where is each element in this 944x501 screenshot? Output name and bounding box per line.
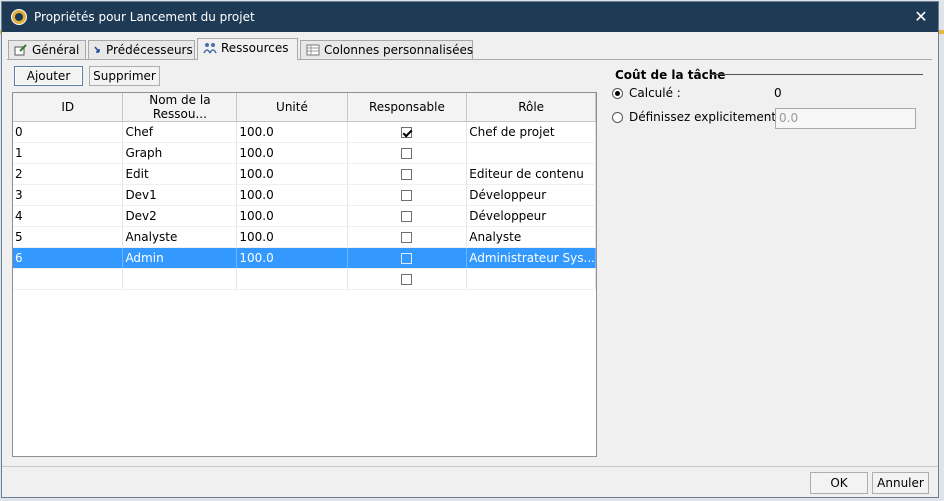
table-row[interactable]: 5 Analyste 100.0 Analyste <box>13 226 596 248</box>
table-icon <box>306 44 320 56</box>
responsible-checkbox[interactable] <box>401 148 413 159</box>
column-header-unit[interactable]: Unité <box>236 93 348 122</box>
cell-role[interactable]: Développeur <box>466 205 596 227</box>
cell-unit[interactable]: 100.0 <box>236 226 348 248</box>
group-divider <box>710 74 923 75</box>
explicit-radio[interactable] <box>612 112 623 123</box>
cell-name[interactable]: Dev2 <box>122 205 238 227</box>
cancel-button[interactable]: Annuler <box>872 472 929 494</box>
cell-responsible[interactable] <box>347 184 468 206</box>
calculated-radio[interactable] <box>612 88 623 99</box>
cell-unit[interactable]: 100.0 <box>236 184 348 206</box>
cell-role[interactable]: Analyste <box>466 226 596 248</box>
tab-divider <box>7 59 932 60</box>
cell-responsible[interactable] <box>347 205 468 227</box>
cell-id[interactable]: 0 <box>13 121 124 143</box>
cell-responsible[interactable] <box>347 121 468 143</box>
cell-id[interactable]: 5 <box>13 226 124 248</box>
resources-table[interactable]: ID Nom de la Ressou... Unité Responsable… <box>12 92 597 457</box>
pencil-doc-icon <box>14 44 27 56</box>
cell-name[interactable]: Admin <box>122 247 238 269</box>
cell-responsible[interactable] <box>347 226 468 248</box>
table-row[interactable]: 1 Graph 100.0 <box>13 142 596 164</box>
cell-name[interactable]: Analyste <box>122 226 238 248</box>
cell-unit[interactable] <box>236 268 348 290</box>
cell-id[interactable]: 6 <box>13 247 124 269</box>
tab-label: Ressources <box>221 41 289 55</box>
responsible-checkbox[interactable] <box>401 211 413 222</box>
table-row[interactable]: 6 Admin 100.0 Administrateur Sys... <box>13 247 596 269</box>
table-row[interactable]: 3 Dev1 100.0 Développeur <box>13 184 596 206</box>
tab-custom-columns[interactable]: Colonnes personnalisées <box>300 40 473 59</box>
window-title: Propriétés pour Lancement du projet <box>34 10 255 24</box>
table-row[interactable] <box>13 268 596 290</box>
cell-role[interactable] <box>466 142 596 164</box>
cell-responsible[interactable] <box>347 268 468 290</box>
column-header-name[interactable]: Nom de la Ressou... <box>122 93 238 122</box>
close-button[interactable]: ✕ <box>910 6 932 28</box>
link-arrow-icon <box>94 46 100 53</box>
cell-id[interactable]: 3 <box>13 184 124 206</box>
tab-general[interactable]: Général <box>8 40 86 59</box>
properties-dialog: Propriétés pour Lancement du projet ✕ Gé… <box>1 1 939 498</box>
remove-button[interactable]: Supprimer <box>89 66 160 86</box>
cell-name[interactable]: Edit <box>122 163 238 185</box>
calculated-value: 0 <box>774 86 782 100</box>
cell-role[interactable]: Développeur <box>466 184 596 206</box>
column-header-responsible[interactable]: Responsable <box>347 93 468 122</box>
cell-responsible[interactable] <box>347 142 468 164</box>
table-row[interactable]: 0 Chef 100.0 Chef de projet <box>13 121 596 143</box>
cell-id[interactable] <box>13 268 124 290</box>
cell-role[interactable]: Editeur de contenu <box>466 163 596 185</box>
cell-unit[interactable]: 100.0 <box>236 142 348 164</box>
cell-name[interactable]: Chef <box>122 121 238 143</box>
table-header-row: ID Nom de la Ressou... Unité Responsable… <box>13 93 596 122</box>
cell-role[interactable]: Administrateur Sys... <box>466 247 596 269</box>
tab-label: Colonnes personnalisées <box>324 43 474 57</box>
table-row[interactable]: 4 Dev2 100.0 Développeur <box>13 205 596 227</box>
cell-id[interactable]: 4 <box>13 205 124 227</box>
cell-unit[interactable]: 100.0 <box>236 205 348 227</box>
cell-unit[interactable]: 100.0 <box>236 121 348 143</box>
app-logo-icon <box>11 9 27 25</box>
calculated-label: Calculé : <box>629 86 681 100</box>
table-row[interactable]: 2 Edit 100.0 Editeur de contenu <box>13 163 596 185</box>
responsible-checkbox[interactable] <box>401 190 413 201</box>
cell-role[interactable] <box>466 268 596 290</box>
tab-label: Prédécesseurs <box>106 43 193 57</box>
explicit-label: Définissez explicitement : <box>629 110 784 124</box>
responsible-checkbox[interactable] <box>401 232 413 243</box>
tab-label: Général <box>32 43 80 57</box>
explicit-cost-field[interactable]: 0.0 <box>775 108 916 129</box>
cell-id[interactable]: 1 <box>13 142 124 164</box>
cell-name[interactable]: Dev1 <box>122 184 238 206</box>
ok-button[interactable]: OK <box>810 472 868 494</box>
column-header-role[interactable]: Rôle <box>466 93 596 122</box>
cost-group-title: Coût de la tâche <box>615 68 726 82</box>
cell-name[interactable]: Graph <box>122 142 238 164</box>
responsible-checkbox[interactable] <box>401 253 413 264</box>
cell-unit[interactable]: 100.0 <box>236 163 348 185</box>
cell-unit[interactable]: 100.0 <box>236 247 348 269</box>
cell-name[interactable] <box>122 268 238 290</box>
cell-responsible[interactable] <box>347 163 468 185</box>
tab-predecessors[interactable]: Prédécesseurs <box>88 40 195 59</box>
people-icon <box>203 43 217 54</box>
responsible-checkbox[interactable] <box>401 169 413 180</box>
title-bar[interactable]: Propriétés pour Lancement du projet ✕ <box>2 2 938 32</box>
cell-id[interactable]: 2 <box>13 163 124 185</box>
add-button[interactable]: Ajouter <box>14 66 83 86</box>
cell-role[interactable]: Chef de projet <box>466 121 596 143</box>
tab-resources[interactable]: Ressources <box>197 38 298 60</box>
responsible-checkbox[interactable] <box>401 274 413 285</box>
footer-divider <box>2 466 938 467</box>
column-header-id[interactable]: ID <box>13 93 124 122</box>
cell-responsible[interactable] <box>347 247 468 269</box>
responsible-checkbox[interactable] <box>401 127 413 138</box>
